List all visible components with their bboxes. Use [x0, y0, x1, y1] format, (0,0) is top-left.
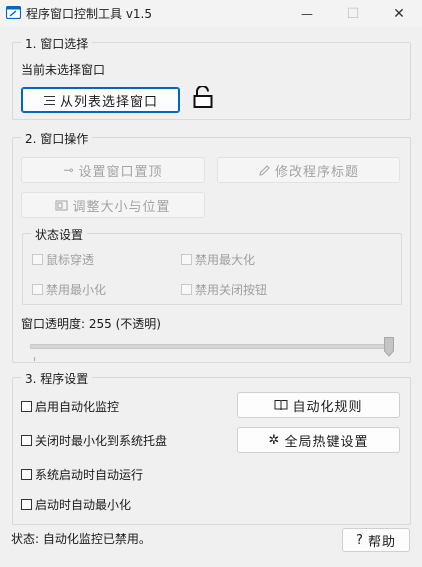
title-bar: 程序窗口控制工具 v1.5 — ☐ ✕ — [0, 0, 422, 27]
disable-maximize-checkbox[interactable]: 禁用最大化 — [181, 251, 255, 268]
enable-monitor-checkbox[interactable]: 启用自动化监控 — [21, 398, 119, 415]
close-icon: ✕ — [393, 5, 405, 22]
start-minimized-checkbox[interactable]: 启动时自动最小化 — [21, 496, 131, 513]
help-button[interactable]: ? 帮助 — [342, 528, 410, 552]
window-select-title: 1. 窗口选择 — [21, 35, 93, 52]
current-window-label: 当前未选择窗口 — [21, 63, 106, 77]
select-window-button[interactable]: 从列表选择窗口 — [21, 87, 180, 113]
slider-tick — [34, 357, 35, 361]
maximize-button[interactable]: ☐ — [330, 0, 376, 27]
pin-icon: ⊸ — [63, 163, 75, 177]
close-button[interactable]: ✕ — [376, 0, 422, 27]
book-icon — [274, 400, 288, 411]
question-icon: ? — [356, 532, 364, 548]
opacity-slider[interactable] — [30, 344, 394, 349]
global-hotkeys-label: 全局热键设置 — [284, 434, 369, 450]
mouse-through-label: 鼠标穿透 — [46, 253, 95, 267]
pin-window-label: 设置窗口置顶 — [78, 164, 163, 180]
automation-rules-label: 自动化规则 — [292, 399, 363, 415]
checkbox-box — [32, 284, 43, 295]
pencil-icon — [259, 164, 270, 176]
checkbox-box — [21, 499, 32, 510]
checkbox-box — [181, 284, 192, 295]
select-window-label: 从列表选择窗口 — [59, 94, 158, 110]
rename-title-button[interactable]: 修改程序标题 — [217, 157, 400, 183]
autostart-label: 系统启动时自动运行 — [35, 468, 144, 482]
checkbox-box — [21, 435, 32, 446]
app-icon — [6, 6, 21, 19]
minimize-to-tray-label: 关闭时最小化到系统托盘 — [35, 434, 168, 448]
opacity-slider-thumb[interactable] — [384, 337, 394, 357]
help-label: 帮助 — [367, 534, 396, 550]
disable-close-label: 禁用关闭按钮 — [195, 283, 268, 297]
checkbox-box — [32, 254, 43, 265]
unlocked-padlock-icon[interactable] — [193, 86, 213, 108]
resize-position-label: 调整大小与位置 — [72, 199, 171, 215]
checkbox-box — [21, 469, 32, 480]
disable-minimize-label: 禁用最小化 — [46, 283, 107, 297]
window-title: 程序窗口控制工具 v1.5 — [26, 7, 153, 21]
resize-position-button[interactable]: 调整大小与位置 — [21, 192, 205, 218]
minimize-icon: — — [301, 6, 313, 21]
status-text: 状态: 自动化监控已禁用。 — [11, 532, 151, 546]
minimize-to-tray-checkbox[interactable]: 关闭时最小化到系统托盘 — [21, 432, 167, 449]
rename-title-label: 修改程序标题 — [274, 164, 359, 180]
maximize-icon: ☐ — [346, 5, 360, 22]
pin-window-button[interactable]: ⊸ 设置窗口置顶 — [21, 157, 205, 183]
resize-icon — [55, 200, 68, 210]
state-settings-title: 状态设置 — [31, 226, 88, 243]
disable-minimize-checkbox[interactable]: 禁用最小化 — [32, 281, 106, 298]
mouse-through-checkbox[interactable]: 鼠标穿透 — [32, 251, 94, 268]
disable-close-checkbox[interactable]: 禁用关闭按钮 — [181, 281, 267, 298]
minimize-button[interactable]: — — [284, 0, 330, 27]
gear-icon: ✲ — [268, 432, 281, 448]
disable-maximize-label: 禁用最大化 — [195, 253, 256, 267]
global-hotkeys-button[interactable]: ✲ 全局热键设置 — [237, 427, 400, 453]
checkbox-box — [181, 254, 192, 265]
window-ops-title: 2. 窗口操作 — [21, 130, 93, 147]
start-minimized-label: 启动时自动最小化 — [35, 498, 132, 512]
opacity-label: 窗口透明度: 255 (不透明) — [21, 317, 161, 331]
program-settings-title: 3. 程序设置 — [21, 370, 93, 387]
automation-rules-button[interactable]: 自动化规则 — [237, 392, 400, 418]
list-icon — [43, 95, 55, 105]
autostart-checkbox[interactable]: 系统启动时自动运行 — [21, 466, 143, 483]
enable-monitor-label: 启用自动化监控 — [35, 400, 120, 414]
checkbox-box — [21, 401, 32, 412]
